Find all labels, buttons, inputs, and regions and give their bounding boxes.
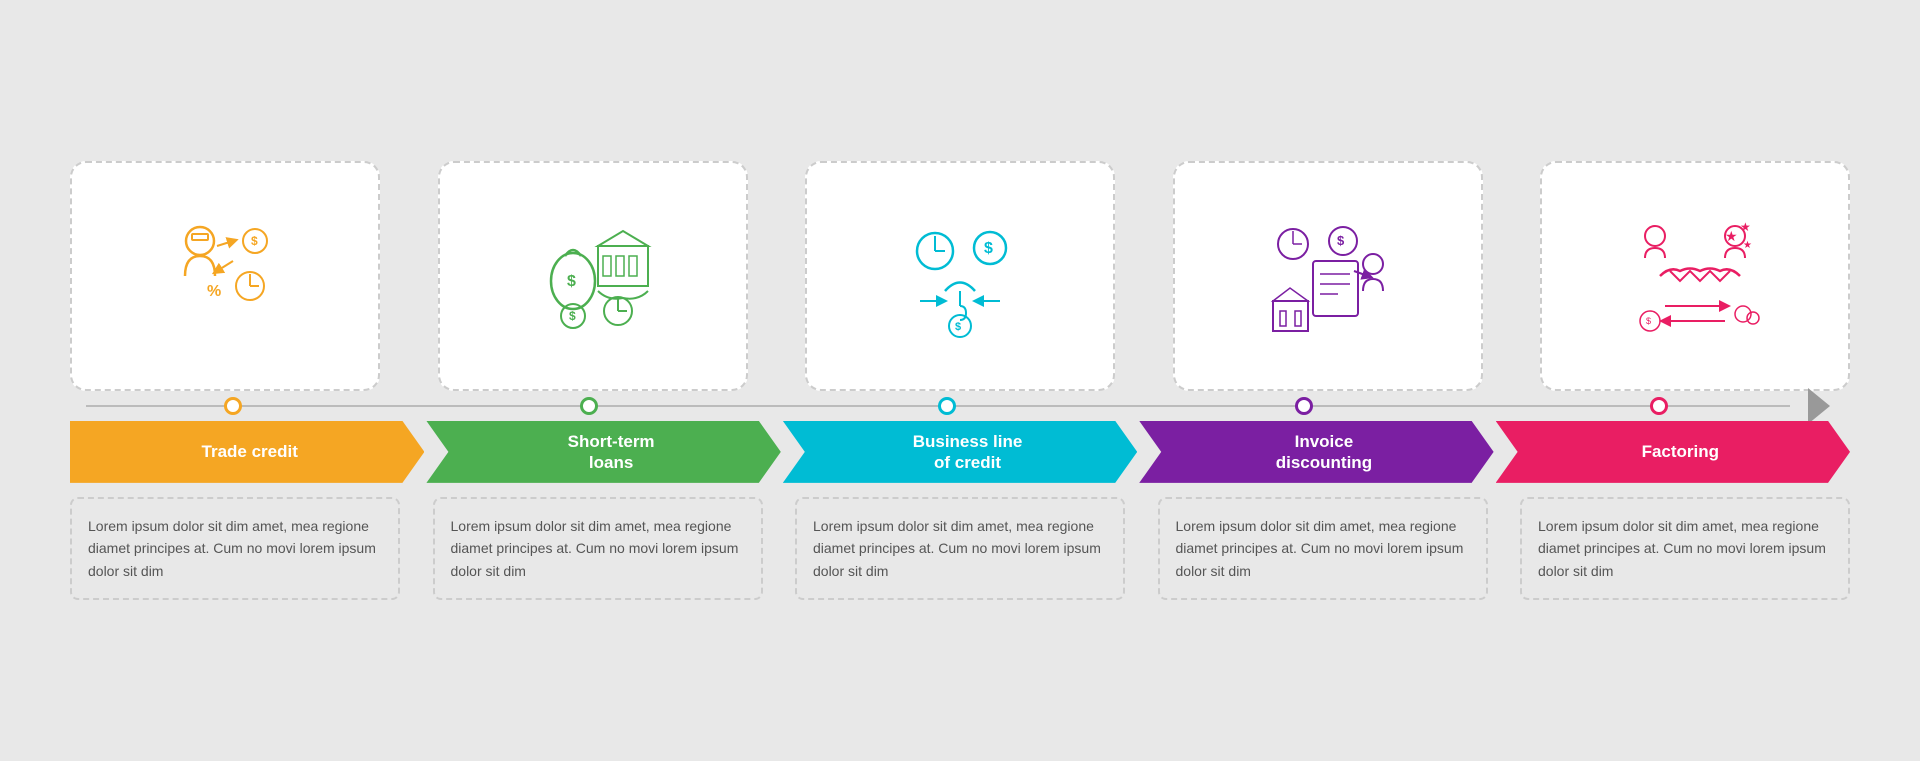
short-term-loans-icon: $ $ [523, 206, 663, 346]
text-invoice-discounting: Lorem ipsum dolor sit dim amet, mea regi… [1176, 515, 1470, 582]
text-card-factoring: Lorem ipsum dolor sit dim amet, mea regi… [1520, 497, 1850, 600]
timeline-dot-5 [1650, 397, 1668, 415]
timeline-row [50, 391, 1870, 421]
trade-credit-icon: $ % [155, 206, 295, 346]
icon-card-factoring: ★ ★ ★ $ [1540, 161, 1850, 391]
icon-cards-row: $ % [50, 161, 1870, 391]
arrow-label-trade-credit: Trade credit [182, 441, 313, 462]
svg-text:$: $ [1337, 233, 1345, 248]
svg-text:%: % [207, 283, 221, 300]
svg-text:$: $ [567, 273, 576, 290]
timeline-dot-3 [938, 397, 956, 415]
timeline-dot-1 [224, 397, 242, 415]
timeline-dot-4 [1295, 397, 1313, 415]
svg-text:★: ★ [1740, 220, 1751, 234]
svg-text:$: $ [1646, 316, 1651, 326]
text-card-trade-credit: Lorem ipsum dolor sit dim amet, mea regi… [70, 497, 400, 600]
arrow-factoring: Factoring [1496, 421, 1850, 483]
text-card-short-term-loans: Lorem ipsum dolor sit dim amet, mea regi… [433, 497, 763, 600]
arrow-business-line-of-credit: Business lineof credit [783, 421, 1137, 483]
business-line-of-credit-icon: $ $ [890, 206, 1030, 346]
arrow-label-short-term-loans: Short-termloans [538, 431, 670, 474]
timeline-dot-2 [580, 397, 598, 415]
icon-card-trade-credit: $ % [70, 161, 380, 391]
timeline-arrow-end [1808, 388, 1830, 424]
text-card-business-line-of-credit: Lorem ipsum dolor sit dim amet, mea regi… [795, 497, 1125, 600]
arrow-trade-credit: Trade credit [70, 421, 424, 483]
icon-card-business-line-of-credit: $ $ [805, 161, 1115, 391]
arrow-label-invoice-discounting: Invoicediscounting [1246, 431, 1387, 474]
icon-card-short-term-loans: $ $ [438, 161, 748, 391]
arrows-row: Trade credit Short-termloans Business li… [50, 421, 1870, 483]
svg-text:$: $ [251, 234, 258, 248]
text-cards-row: Lorem ipsum dolor sit dim amet, mea regi… [50, 497, 1870, 600]
svg-text:$: $ [955, 321, 961, 333]
invoice-discounting-icon: $ [1258, 206, 1398, 346]
factoring-icon: ★ ★ ★ $ [1625, 206, 1765, 346]
text-factoring: Lorem ipsum dolor sit dim amet, mea regi… [1538, 515, 1832, 582]
text-business-line-of-credit: Lorem ipsum dolor sit dim amet, mea regi… [813, 515, 1107, 582]
svg-text:$: $ [569, 309, 576, 323]
arrow-label-business-line-of-credit: Business lineof credit [883, 431, 1038, 474]
text-trade-credit: Lorem ipsum dolor sit dim amet, mea regi… [88, 515, 382, 582]
text-card-invoice-discounting: Lorem ipsum dolor sit dim amet, mea regi… [1158, 497, 1488, 600]
svg-text:$: $ [984, 240, 993, 257]
arrow-short-term-loans: Short-termloans [426, 421, 780, 483]
infographic-container: $ % [50, 31, 1870, 731]
arrow-invoice-discounting: Invoicediscounting [1139, 421, 1493, 483]
icon-card-invoice-discounting: $ [1173, 161, 1483, 391]
text-short-term-loans: Lorem ipsum dolor sit dim amet, mea regi… [451, 515, 745, 582]
arrow-label-factoring: Factoring [1612, 441, 1734, 462]
